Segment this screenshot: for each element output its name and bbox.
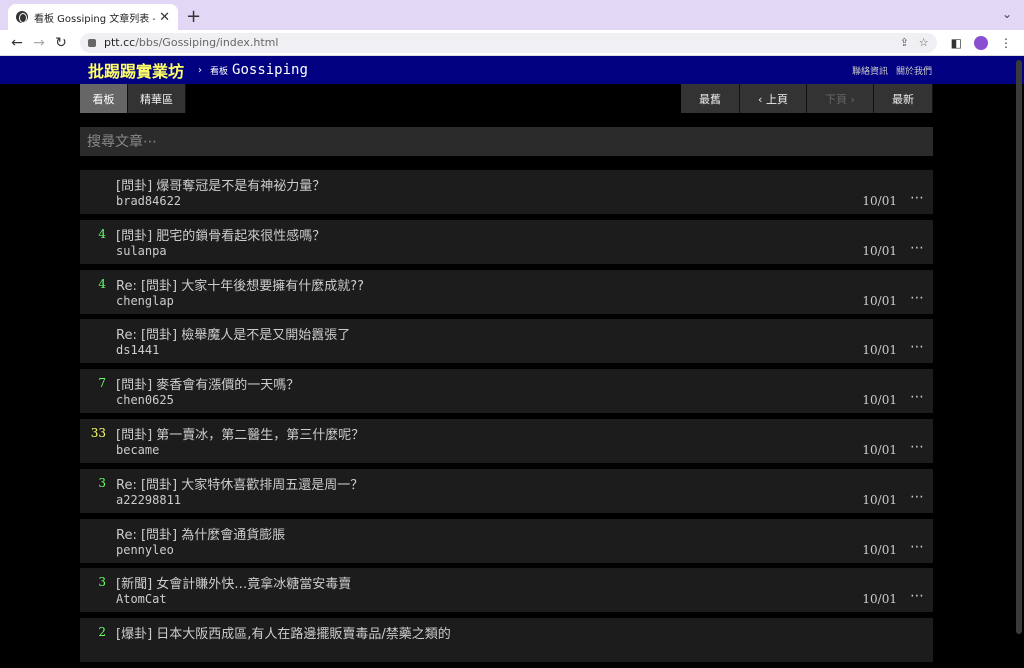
url-host: ptt.cc <box>104 36 136 49</box>
board-button[interactable]: 看板 <box>80 84 128 113</box>
more-options-icon[interactable]: ⋯ <box>910 240 925 256</box>
about-link[interactable]: 關於我們 <box>896 64 932 77</box>
post-list: [問卦] 爆哥奪冠是不是有神祕力量？ brad84622 10/01 ⋯ 4 [問卦] 肥… <box>80 170 933 663</box>
post-date: 10/01 <box>862 194 897 208</box>
post-title[interactable]: [問卦] 肥宅的鎖骨看起來很性感嗎？ <box>116 225 325 244</box>
search-bar <box>80 127 933 156</box>
forward-icon[interactable]: → <box>28 35 50 51</box>
breadcrumb-separator: › <box>198 64 203 76</box>
search-input[interactable] <box>87 133 926 150</box>
address-bar[interactable]: ptt.cc/bbs/Gossiping/index.html ⇪ ☆ <box>80 32 937 53</box>
post-date: 10/01 <box>862 293 897 308</box>
more-options-icon[interactable]: ⋯ <box>910 339 925 355</box>
post-author: pennyleo <box>116 542 174 557</box>
post-title[interactable]: [爆卦] 日本大阪西成區,有人在路邊擺販賣毒品/禁藥之類的 <box>116 623 451 642</box>
more-options-icon[interactable]: ⋯ <box>910 588 925 604</box>
newest-button[interactable]: 最新 <box>874 84 933 113</box>
post-date: 10/01 <box>862 393 897 408</box>
digest-button[interactable]: 精華區 <box>128 84 186 113</box>
tab-title: 看板 Gossiping 文章列表 - 批踢踢 <box>34 13 155 25</box>
more-options-icon[interactable]: ⋯ <box>910 389 925 405</box>
post-date: 10/01 <box>862 592 897 607</box>
push-count: 33 <box>90 425 106 440</box>
post-date: 10/01 <box>862 243 897 258</box>
post-title[interactable]: Re: [問卦] 檢舉魔人是不是又開始囂張了 <box>116 324 350 343</box>
post-date: 10/01 <box>862 542 897 557</box>
action-bar: 看板 精華區 最舊 ‹ 上頁 下頁 › 最新 <box>80 84 933 113</box>
post-row[interactable]: 4 Re: [問卦] 大家十年後想要擁有什麼成就?? chenglap 10/01 ⋯ <box>80 269 933 314</box>
post-row[interactable]: Re: [問卦] 檢舉魔人是不是又開始囂張了 ds1441 10/01 ⋯ <box>80 319 933 364</box>
breadcrumb-board[interactable]: Gossiping <box>232 62 308 78</box>
push-count: 3 <box>98 575 106 590</box>
main-content: 看板 精華區 最舊 ‹ 上頁 下頁 › 最新 [問卦] 爆哥奪冠是不是有神祕力量… <box>80 84 933 668</box>
post-author: AtomCat <box>116 592 167 607</box>
post-title[interactable]: [問卦] 爆哥奪冠是不是有神祕力量？ <box>116 175 325 194</box>
oldest-button[interactable]: 最舊 <box>681 84 740 113</box>
post-row[interactable]: 33 [問卦] 第一賣冰，第二醫生，第三什麼呢？ became 10/01 ⋯ <box>80 418 933 463</box>
push-count: 2 <box>98 625 106 640</box>
reload-icon[interactable]: ↻ <box>50 35 72 51</box>
new-tab-icon[interactable]: + <box>186 6 201 27</box>
post-title[interactable]: Re: [問卦] 大家特休喜歡排周五還是周一？ <box>116 474 363 493</box>
post-author: chenglap <box>116 293 174 308</box>
scrollbar[interactable] <box>1016 60 1022 634</box>
post-author: sulanpa <box>116 243 167 258</box>
post-date: 10/01 <box>862 343 897 358</box>
post-row[interactable]: 4 [問卦] 肥宅的鎖骨看起來很性感嗎？ sulanpa 10/01 ⋯ <box>80 219 933 264</box>
browser-toolbar: ← → ↻ ptt.cc/bbs/Gossiping/index.html ⇪ … <box>0 30 1024 56</box>
browser-tab-bar: 看板 Gossiping 文章列表 - 批踢踢 ✕ + ⌄ <box>0 0 1024 30</box>
post-title[interactable]: [新聞] 女會計賺外快…竟拿冰糖當安毒賣 <box>116 573 351 592</box>
push-count: 4 <box>98 276 106 291</box>
contact-link[interactable]: 聯絡資訊 <box>852 64 888 77</box>
site-header: 批踢踢實業坊 › 看板 Gossiping 聯絡資訊 關於我們 <box>0 56 1024 84</box>
post-date: 10/01 <box>862 492 897 507</box>
post-author: ds1441 <box>116 343 160 358</box>
site-brand[interactable]: 批踢踢實業坊 <box>88 58 184 82</box>
post-title[interactable]: Re: [問卦] 大家十年後想要擁有什麼成就?? <box>116 275 364 294</box>
close-icon[interactable]: ✕ <box>159 10 170 25</box>
post-title[interactable]: [問卦] 第一賣冰，第二醫生，第三什麼呢？ <box>116 424 364 443</box>
header-links: 聯絡資訊 關於我們 <box>852 64 932 77</box>
post-row[interactable]: 3 [新聞] 女會計賺外快…竟拿冰糖當安毒賣 AtomCat 10/01 ⋯ <box>80 568 933 613</box>
browser-tab[interactable]: 看板 Gossiping 文章列表 - 批踢踢 ✕ <box>8 4 178 30</box>
lock-icon <box>88 38 96 47</box>
more-options-icon[interactable]: ⋯ <box>910 539 925 555</box>
push-count: 3 <box>98 475 106 490</box>
post-date: 10/01 <box>862 442 897 457</box>
push-count: 7 <box>98 376 106 391</box>
push-count: 4 <box>98 226 106 241</box>
next-page-button: 下頁 › <box>807 84 874 113</box>
post-row[interactable]: [問卦] 爆哥奪冠是不是有神祕力量？ brad84622 10/01 ⋯ <box>80 170 933 214</box>
globe-icon <box>16 11 28 23</box>
menu-kebab-icon[interactable]: ⋮ <box>1000 36 1012 50</box>
post-row[interactable]: 3 Re: [問卦] 大家特休喜歡排周五還是周一？ a22298811 10/01 ⋯ <box>80 468 933 513</box>
share-icon[interactable]: ⇪ <box>900 36 909 49</box>
post-title[interactable]: Re: [問卦] 為什麼會通貨膨脹 <box>116 524 285 543</box>
breadcrumb-label: 看板 <box>210 66 229 77</box>
more-options-icon[interactable]: ⋯ <box>910 290 925 306</box>
post-author: a22298811 <box>116 492 182 507</box>
post-author: became <box>116 442 160 457</box>
bookmark-star-icon[interactable]: ☆ <box>919 36 929 49</box>
url-path: /bbs/Gossiping/index.html <box>135 36 279 49</box>
post-author: chen0625 <box>116 393 174 408</box>
back-icon[interactable]: ← <box>6 35 28 51</box>
profile-avatar[interactable] <box>974 35 988 50</box>
more-options-icon[interactable]: ⋯ <box>910 190 925 206</box>
post-row[interactable]: 2 [爆卦] 日本大阪西成區,有人在路邊擺販賣毒品/禁藥之類的 <box>80 618 933 663</box>
sidebar-icon[interactable]: ◧ <box>951 36 962 50</box>
post-title[interactable]: [問卦] 麥香會有漲價的一天嗎？ <box>116 374 299 393</box>
post-author: brad84622 <box>116 194 182 208</box>
more-options-icon[interactable]: ⋯ <box>910 489 925 505</box>
prev-page-button[interactable]: ‹ 上頁 <box>740 84 807 113</box>
post-row[interactable]: Re: [問卦] 為什麼會通貨膨脹 pennyleo 10/01 ⋯ <box>80 518 933 563</box>
chevron-down-icon[interactable]: ⌄ <box>1002 7 1012 21</box>
post-row[interactable]: 7 [問卦] 麥香會有漲價的一天嗎？ chen0625 10/01 ⋯ <box>80 369 933 414</box>
more-options-icon[interactable]: ⋯ <box>910 439 925 455</box>
